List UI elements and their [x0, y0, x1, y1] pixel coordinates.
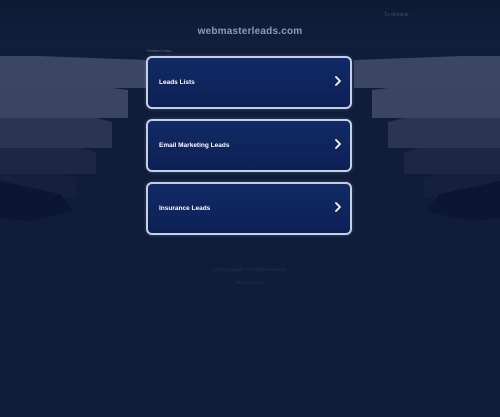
- related-link-insurance-leads[interactable]: Insurance Leads: [146, 182, 352, 235]
- link-label: Email Marketing Leads: [159, 142, 230, 149]
- top-bar: [0, 0, 500, 46]
- copyright-text: 2025 Copyright. All Rights Reserved.: [213, 267, 287, 272]
- related-links-label: Related Links: [147, 48, 172, 53]
- link-label: Leads Lists: [159, 79, 195, 86]
- chevron-right-icon: [335, 76, 341, 86]
- link-label: Insurance Leads: [159, 205, 211, 212]
- chevron-right-icon: [335, 139, 341, 149]
- privacy-policy-link[interactable]: Privacy Policy: [0, 280, 500, 285]
- decorative-banner-right: [354, 56, 500, 221]
- top-right-link[interactable]: Tu dominio: [384, 12, 409, 18]
- site-title: webmasterleads.com: [197, 26, 303, 37]
- chevron-right-icon: [335, 202, 341, 212]
- decorative-banner-left: [0, 56, 146, 221]
- related-link-leads-lists[interactable]: Leads Lists: [146, 56, 352, 109]
- related-link-email-marketing-leads[interactable]: Email Marketing Leads: [146, 119, 352, 172]
